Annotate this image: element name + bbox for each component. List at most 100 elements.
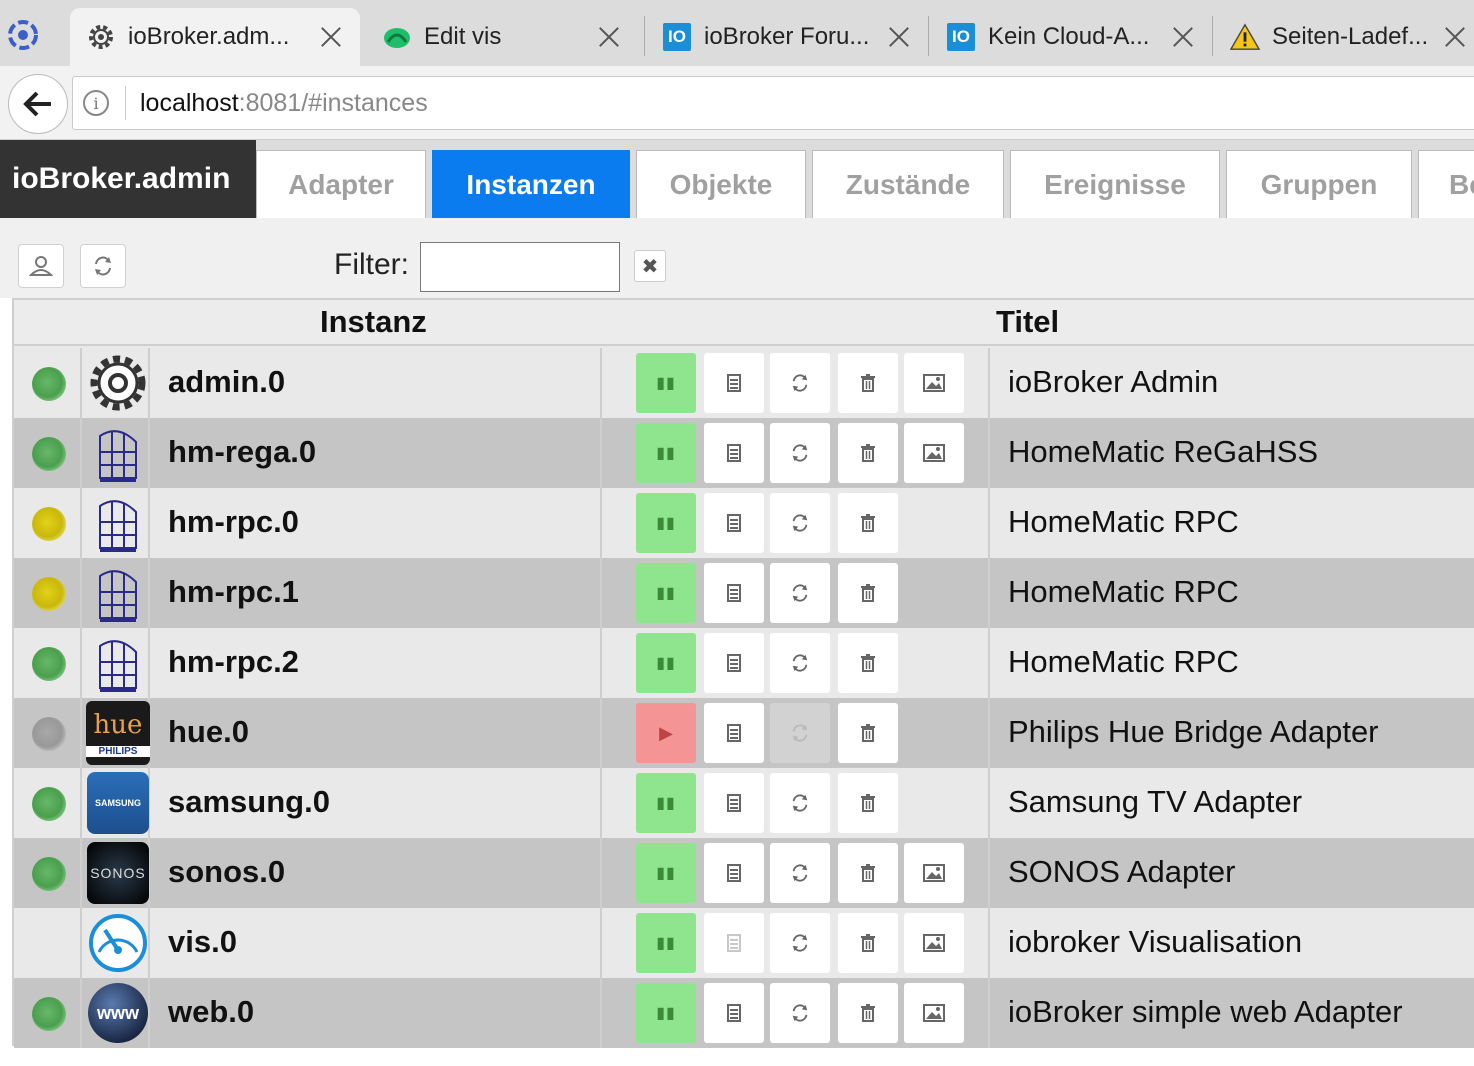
table-row: SONOS sonos.0 ▮▮ SONOS Adapter: [14, 838, 1474, 908]
restart-button[interactable]: [770, 563, 830, 623]
settings-icon: [727, 724, 741, 742]
sonos-icon: SONOS: [86, 841, 150, 905]
instance-name: vis.0: [168, 924, 237, 959]
tab-separator: [928, 16, 929, 56]
browser-logo-icon[interactable]: [6, 18, 40, 52]
tab-instanzen[interactable]: Instanzen: [432, 150, 630, 218]
browser-tab-kein-cloud[interactable]: IO Kein Cloud-A...: [940, 8, 1202, 66]
restart-button[interactable]: [770, 983, 830, 1043]
settings-icon: [727, 374, 741, 392]
pause-button[interactable]: ▮▮: [636, 773, 696, 833]
info-icon[interactable]: i: [83, 90, 109, 116]
settings-button[interactable]: [704, 843, 764, 903]
pause-button[interactable]: ▮▮: [636, 423, 696, 483]
tab-ereignisse[interactable]: Ereignisse: [1010, 150, 1220, 218]
browser-tab-iobroker-admin[interactable]: ioBroker.adm...: [70, 8, 360, 66]
restart-button[interactable]: [770, 353, 830, 413]
delete-button[interactable]: [838, 703, 898, 763]
browser-tab-iobroker-forum[interactable]: IO ioBroker Foru...: [656, 8, 918, 66]
pause-button[interactable]: ▮▮: [636, 353, 696, 413]
open-web-button[interactable]: [904, 983, 964, 1043]
play-icon: ▶: [659, 722, 673, 743]
instance-title: ioBroker Admin: [1008, 364, 1219, 399]
delete-button[interactable]: [838, 983, 898, 1043]
open-web-button[interactable]: [904, 423, 964, 483]
browser-tab-title: Seiten-Ladef...: [1272, 23, 1429, 50]
reload-button[interactable]: [80, 244, 126, 288]
tab-adapter[interactable]: Adapter: [256, 150, 426, 218]
close-icon[interactable]: [1170, 24, 1196, 50]
trash-icon: [861, 724, 875, 742]
close-icon[interactable]: [596, 24, 622, 50]
trash-icon: [861, 584, 875, 602]
delete-button[interactable]: [838, 843, 898, 903]
delete-button[interactable]: [838, 563, 898, 623]
close-icon[interactable]: [318, 24, 344, 50]
delete-button[interactable]: [838, 913, 898, 973]
browser-tab-seiten-ladefehler[interactable]: Seiten-Ladef...: [1224, 8, 1474, 66]
url-field[interactable]: i localhost:8081/#instances: [72, 76, 1474, 130]
status-indicator: [32, 857, 66, 891]
back-button[interactable]: [8, 74, 68, 134]
open-web-button[interactable]: [904, 843, 964, 903]
settings-button[interactable]: [704, 493, 764, 553]
instance-name: hm-rpc.1: [168, 574, 299, 609]
pause-icon: ▮▮: [656, 515, 676, 532]
refresh-icon: [792, 794, 808, 812]
pause-button[interactable]: ▮▮: [636, 493, 696, 553]
delete-button[interactable]: [838, 773, 898, 833]
column-header-instance: Instanz: [320, 304, 427, 339]
settings-button[interactable]: [704, 423, 764, 483]
restart-button[interactable]: [770, 493, 830, 553]
pause-button[interactable]: ▮▮: [636, 633, 696, 693]
restart-button[interactable]: [770, 913, 830, 973]
settings-button[interactable]: [704, 913, 764, 973]
delete-button[interactable]: [838, 353, 898, 413]
close-icon[interactable]: [886, 24, 912, 50]
filter-input[interactable]: [420, 242, 620, 292]
open-web-button[interactable]: [904, 353, 964, 413]
settings-button[interactable]: [704, 353, 764, 413]
arrow-left-icon: [23, 91, 51, 117]
delete-button[interactable]: [838, 423, 898, 483]
pause-button[interactable]: ▮▮: [636, 563, 696, 623]
settings-button[interactable]: [704, 563, 764, 623]
filter-clear-button[interactable]: ✖: [634, 250, 666, 282]
settings-button[interactable]: [704, 703, 764, 763]
browser-tab-edit-vis[interactable]: Edit vis: [372, 8, 632, 66]
settings-icon: [727, 584, 741, 602]
tab-objekte[interactable]: Objekte: [636, 150, 806, 218]
tab-zustaende[interactable]: Zustände: [812, 150, 1004, 218]
image-icon: [923, 864, 945, 882]
open-web-button[interactable]: [904, 913, 964, 973]
settings-button[interactable]: [704, 983, 764, 1043]
gear-icon: [86, 22, 116, 52]
status-indicator: [32, 647, 66, 681]
instance-title: HomeMatic RPC: [1008, 504, 1239, 539]
start-button[interactable]: ▶: [636, 703, 696, 763]
expert-mode-button[interactable]: [18, 244, 64, 288]
restart-button[interactable]: [770, 843, 830, 903]
pause-icon: ▮▮: [656, 445, 676, 462]
delete-button[interactable]: [838, 633, 898, 693]
pause-button[interactable]: ▮▮: [636, 843, 696, 903]
browser-tab-title: ioBroker.adm...: [128, 23, 290, 50]
restart-button[interactable]: [770, 633, 830, 693]
restart-button[interactable]: [770, 703, 830, 763]
pause-button[interactable]: ▮▮: [636, 983, 696, 1043]
restart-button[interactable]: [770, 773, 830, 833]
delete-button[interactable]: [838, 493, 898, 553]
homematic-icon: [86, 561, 150, 625]
status-indicator: [32, 507, 66, 541]
settings-button[interactable]: [704, 633, 764, 693]
tab-gruppen[interactable]: Gruppen: [1226, 150, 1412, 218]
table-row: hm-rpc.0 ▮▮ HomeMatic RPC: [14, 488, 1474, 558]
close-icon[interactable]: [1442, 24, 1468, 50]
settings-button[interactable]: [704, 773, 764, 833]
restart-button[interactable]: [770, 423, 830, 483]
instance-title: SONOS Adapter: [1008, 854, 1236, 889]
pause-icon: ▮▮: [656, 375, 676, 392]
homematic-icon: [86, 421, 150, 485]
tab-more[interactable]: Be: [1418, 150, 1474, 218]
pause-button[interactable]: ▮▮: [636, 913, 696, 973]
